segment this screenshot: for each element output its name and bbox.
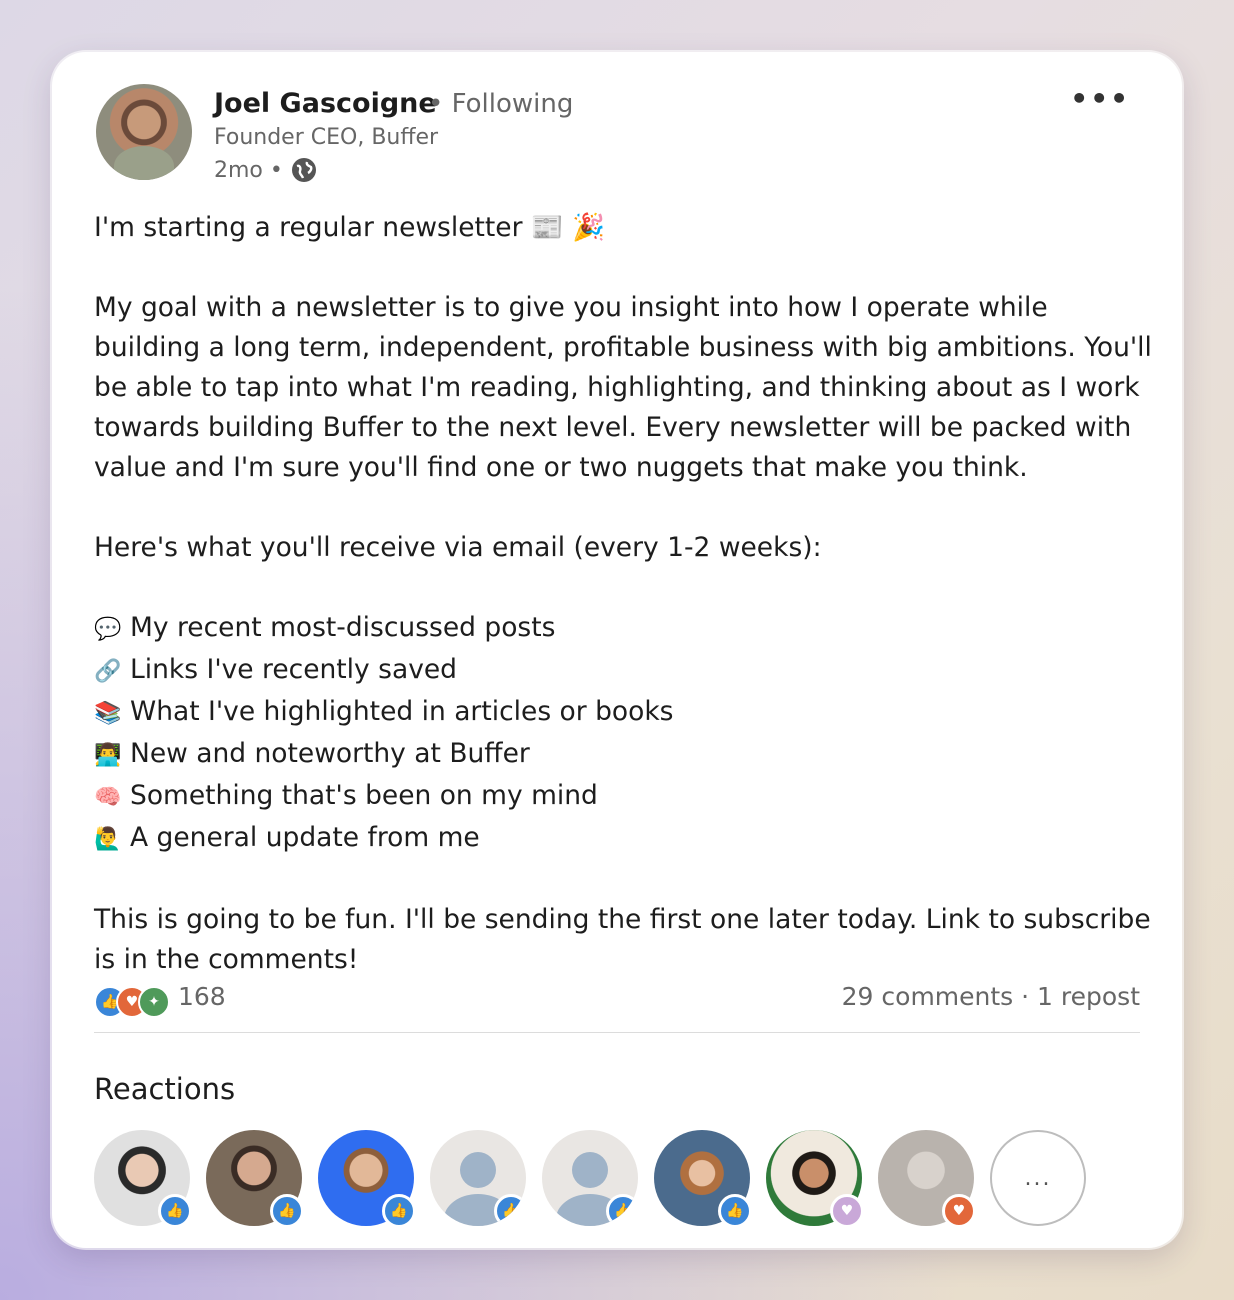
author-name[interactable]: Joel Gascoigne	[214, 88, 437, 119]
list-item: 📚 What I've highlighted in articles or bo…	[94, 692, 1154, 734]
list-item: 💬 My recent most-discussed posts	[94, 608, 1154, 650]
reactor-avatar-placeholder[interactable]: 👍	[542, 1130, 638, 1226]
following-status[interactable]: • Following	[428, 89, 573, 119]
post-paragraph-receive: Here's what you'll receive via email (ev…	[94, 532, 822, 563]
post-paragraph-closing: This is going to be fun. I'll be sending…	[94, 904, 1151, 975]
brain-icon: 🧠	[94, 785, 122, 810]
reactor-avatar[interactable]: 👍	[318, 1130, 416, 1228]
reactor-avatar-placeholder[interactable]: 👍	[430, 1130, 526, 1226]
post-paragraph-goal: My goal with a newsletter is to give you…	[94, 292, 1152, 483]
reactors-list: 👍 👍 👍 👍 👍 👍 ♥ ♥ ...	[94, 1130, 1086, 1228]
reaction-icons[interactable]: 👍 ♥ ✦	[94, 986, 170, 1018]
post-paragraph-intro: I'm starting a regular newsletter 📰 🎉	[94, 212, 606, 243]
list-item: 👨‍💻 New and noteworthy at Buffer	[94, 734, 1154, 776]
post-meta: 2mo •	[214, 157, 317, 183]
reactor-avatar[interactable]: 👍	[654, 1130, 752, 1228]
raising-hand-icon: 🙋‍♂️	[94, 827, 122, 852]
reactor-avatar[interactable]: 👍	[206, 1130, 304, 1228]
like-icon: 👍	[270, 1194, 304, 1228]
technologist-icon: 👨‍💻	[94, 743, 122, 768]
comments-reposts-count[interactable]: 29 comments · 1 repost	[842, 982, 1140, 1011]
reactor-avatar[interactable]: ♥	[878, 1130, 976, 1228]
post-body: I'm starting a regular newsletter 📰 🎉 My…	[94, 208, 1154, 980]
celebrate-icon: ✦	[138, 986, 170, 1018]
reaction-count[interactable]: 168	[178, 982, 226, 1011]
more-options-button[interactable]: •••	[1070, 82, 1130, 115]
like-icon: 👍	[494, 1194, 526, 1226]
like-icon: 👍	[158, 1194, 192, 1228]
like-icon: 👍	[606, 1194, 638, 1226]
author-headline: Founder CEO, Buffer	[214, 125, 439, 150]
books-icon: 📚	[94, 701, 122, 726]
post-age: 2mo •	[214, 157, 283, 183]
love-icon: ♥	[942, 1194, 976, 1228]
divider	[94, 1032, 1140, 1033]
like-icon: 👍	[382, 1194, 416, 1228]
link-icon: 🔗	[94, 659, 122, 684]
more-reactors-button[interactable]: ...	[990, 1130, 1086, 1226]
support-icon: ♥	[830, 1194, 864, 1228]
globe-icon	[291, 157, 317, 183]
author-avatar[interactable]	[96, 84, 192, 180]
list-item: 🙋‍♂️ A general update from me	[94, 818, 1154, 860]
reactor-avatar[interactable]: 👍	[94, 1130, 192, 1228]
social-counts: 👍 ♥ ✦ 168 29 comments · 1 repost	[94, 980, 1140, 1020]
list-item: 🧠 Something that's been on my mind	[94, 776, 1154, 818]
newsletter-list: 💬 My recent most-discussed posts 🔗 Links I…	[94, 608, 1154, 860]
post-card: Joel Gascoigne • Following Founder CEO, …	[52, 52, 1182, 1248]
reactor-avatar[interactable]: ♥	[766, 1130, 864, 1228]
reactions-heading: Reactions	[94, 1072, 236, 1106]
speech-bubble-icon: 💬	[94, 617, 122, 642]
like-icon: 👍	[718, 1194, 752, 1228]
list-item: 🔗 Links I've recently saved	[94, 650, 1154, 692]
